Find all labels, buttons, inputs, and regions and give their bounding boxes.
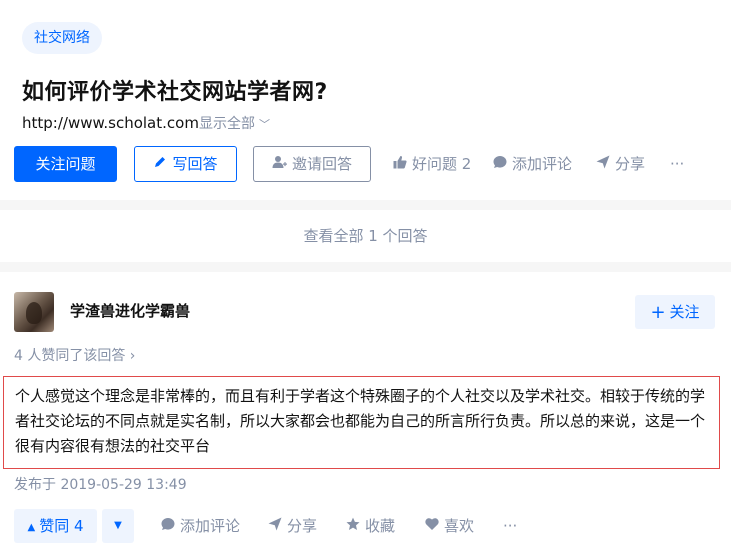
upvote-label: 赞同 4 bbox=[39, 517, 84, 535]
answer-comment-label: 添加评论 bbox=[180, 517, 241, 535]
voters-link[interactable]: 4 人赞同了该回答 › bbox=[14, 345, 135, 365]
comment-icon bbox=[493, 148, 507, 184]
publish-time[interactable]: 发布于 2019-05-29 13:49 bbox=[14, 474, 187, 494]
triangle-up-icon: ▲ bbox=[27, 522, 36, 533]
downvote-button[interactable]: ▼ bbox=[102, 509, 134, 543]
question-detail: http://www.scholat.com显示全部 ﹀ bbox=[22, 113, 270, 133]
answer-more-button[interactable]: ··· bbox=[503, 509, 517, 543]
pen-icon bbox=[153, 147, 167, 181]
plus-icon: + bbox=[650, 302, 666, 323]
add-comment-button[interactable]: 添加评论 bbox=[493, 146, 572, 182]
collect-button[interactable]: 收藏 bbox=[346, 509, 395, 543]
avatar[interactable] bbox=[14, 292, 54, 332]
like-button[interactable]: 喜欢 bbox=[425, 509, 474, 543]
invite-answer-button[interactable]: 邀请回答 bbox=[253, 146, 371, 182]
follow-author-button[interactable]: + 关注 bbox=[635, 295, 715, 329]
follow-author-label: 关注 bbox=[669, 303, 700, 321]
star-icon bbox=[346, 511, 360, 545]
write-answer-button[interactable]: 写回答 bbox=[134, 146, 237, 182]
follow-question-button[interactable]: 关注问题 bbox=[14, 146, 117, 182]
topic-tag[interactable]: 社交网络 bbox=[22, 22, 102, 54]
answer-share-button[interactable]: 分享 bbox=[268, 509, 317, 543]
author-name[interactable]: 学渣兽进化学霸兽 bbox=[70, 300, 190, 321]
answer-content: 个人感觉这个理念是非常棒的，而且有利于学者这个特殊圈子的个人社交以及学术社交。相… bbox=[15, 387, 706, 455]
share-label: 分享 bbox=[615, 155, 646, 173]
show-all-button[interactable]: 显示全部 ﹀ bbox=[199, 116, 270, 132]
good-question-button[interactable]: 好问题 2 bbox=[393, 146, 471, 182]
chevron-down-icon: ﹀ bbox=[258, 118, 270, 131]
answer-comment-button[interactable]: 添加评论 bbox=[161, 509, 240, 543]
add-user-icon bbox=[272, 147, 287, 181]
triangle-down-icon: ▼ bbox=[114, 520, 122, 531]
thumbs-up-icon bbox=[393, 148, 407, 184]
upvote-button[interactable]: ▲ 赞同 4 bbox=[14, 509, 97, 543]
answer-card: 学渣兽进化学霸兽 + 关注 4 人赞同了该回答 › 个人感觉这个理念是非常棒的，而… bbox=[0, 272, 731, 545]
show-all-label: 显示全部 bbox=[198, 116, 255, 132]
view-all-answers-button[interactable]: 查看全部 1 个回答 bbox=[0, 210, 731, 262]
question-title[interactable]: 如何评价学术社交网站学者网? bbox=[22, 74, 328, 106]
add-comment-label: 添加评论 bbox=[512, 155, 573, 173]
collect-label: 收藏 bbox=[365, 517, 396, 535]
write-answer-label: 写回答 bbox=[172, 155, 218, 173]
share-icon bbox=[268, 511, 282, 545]
more-menu-button[interactable]: ··· bbox=[670, 146, 684, 182]
share-icon bbox=[596, 148, 610, 184]
heart-icon bbox=[425, 511, 439, 545]
comment-icon bbox=[161, 511, 175, 545]
like-label: 喜欢 bbox=[444, 517, 475, 535]
invite-answer-label: 邀请回答 bbox=[291, 155, 352, 173]
question-card: 社交网络 如何评价学术社交网站学者网? http://www.scholat.c… bbox=[0, 0, 731, 200]
answer-content-box: 个人感觉这个理念是非常棒的，而且有利于学者这个特殊圈子的个人社交以及学术社交。相… bbox=[3, 376, 720, 469]
good-question-label: 好问题 2 bbox=[412, 155, 472, 173]
question-link[interactable]: http://www.scholat.com bbox=[22, 114, 199, 132]
answer-share-label: 分享 bbox=[287, 517, 318, 535]
share-button[interactable]: 分享 bbox=[596, 146, 645, 182]
